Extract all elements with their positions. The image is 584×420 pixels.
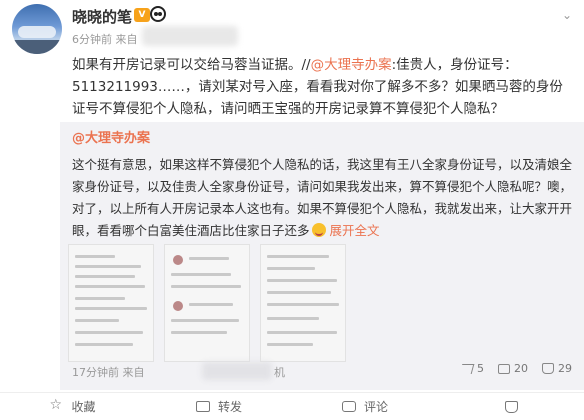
laughing-emoji-icon	[311, 223, 326, 237]
comment-label: 评论	[363, 400, 388, 414]
post-action-bar: 收藏 转发 评论	[0, 392, 584, 420]
mention-link[interactable]: @大理寺办案	[311, 57, 392, 73]
repost-like-button[interactable]: 29	[542, 362, 572, 375]
post-meta-time: 6分钟前 来自	[72, 33, 138, 46]
comment-button[interactable]: 评论	[292, 393, 438, 420]
repost-like-count: 29	[558, 362, 572, 375]
image-thumbnails	[68, 244, 348, 362]
like-button[interactable]	[438, 393, 584, 420]
repost-meta-tail: 机	[274, 366, 285, 379]
like-icon	[542, 363, 554, 374]
repost-comment-count: 20	[514, 362, 528, 375]
vip-badge-icon: V	[134, 8, 150, 22]
blurred-source	[202, 362, 272, 380]
post-text-before: 如果有开房记录可以交给马蓉当证据。//	[72, 57, 311, 73]
avatar-ground	[12, 40, 62, 54]
repost-meta-time: 17分钟前 来自	[72, 366, 145, 379]
favorite-button[interactable]: 收藏	[0, 393, 146, 420]
comment-icon	[341, 401, 356, 412]
repost-actions: 5 20 29	[459, 362, 572, 375]
repost-share-count: 5	[477, 362, 484, 375]
repost-content: @大理寺办案 这个挺有意思，如果这样不算侵犯个人隐私的话，我这里有王八全家身份证…	[72, 128, 572, 242]
expand-link[interactable]: 展开全文	[330, 223, 380, 238]
repost-text: 这个挺有意思，如果这样不算侵犯个人隐私的话，我这里有王八全家身份证号，以及清娘全…	[72, 154, 572, 242]
repost-icon	[195, 401, 210, 412]
star-icon	[49, 397, 63, 413]
repost-button[interactable]: 转发	[146, 393, 292, 420]
post-text: 如果有开房记录可以交给马蓉当证据。//@大理寺办案:佳贵人，身份证号：51132…	[72, 54, 572, 120]
like-icon	[504, 400, 518, 413]
thumbnail-image[interactable]	[260, 244, 346, 362]
repost-comment-button[interactable]: 20	[498, 362, 528, 375]
thumbnail-image[interactable]	[164, 244, 250, 362]
avatar-cloud	[18, 26, 56, 38]
comment-icon	[498, 363, 510, 374]
repost-share-button[interactable]: 5	[459, 362, 484, 375]
user-avatar[interactable]	[12, 4, 62, 54]
thumbnail-image[interactable]	[68, 244, 154, 362]
repost-username[interactable]: @大理寺办案	[72, 128, 572, 150]
chevron-down-icon[interactable]: ⌄	[560, 8, 574, 22]
repost-label: 转发	[217, 400, 242, 414]
share-icon	[459, 363, 475, 374]
blurred-source	[142, 26, 238, 46]
favorite-label: 收藏	[71, 400, 96, 414]
weibo-post-card: ⌄ 晓晓的笔 V 6分钟前 来自 如果有开房记录可以交给马蓉当证据。//@大理寺…	[0, 0, 584, 420]
post-username[interactable]: 晓晓的笔	[72, 6, 132, 27]
repost-block: @大理寺办案 这个挺有意思，如果这样不算侵犯个人隐私的话，我这里有王八全家身份证…	[60, 122, 584, 390]
panda-badge-icon	[150, 6, 166, 22]
